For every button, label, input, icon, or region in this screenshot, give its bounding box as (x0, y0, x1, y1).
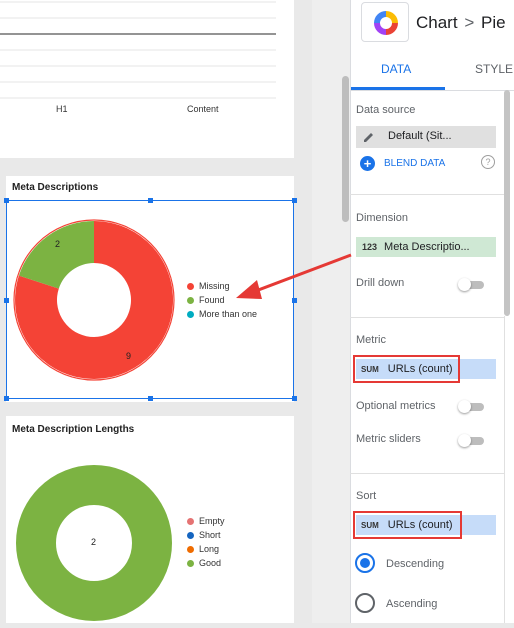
donut-label-missing: 9 (126, 351, 132, 361)
legend-label: Good (199, 558, 222, 568)
section-divider (350, 194, 504, 195)
metric-highlight-box (353, 355, 460, 383)
panel-scroll-track-line (504, 316, 505, 623)
section-divider (350, 473, 504, 474)
edit-pencil-icon (364, 133, 373, 142)
chart-title: Meta Description Lengths (12, 424, 135, 435)
metric-sliders-toggle[interactable] (458, 434, 484, 447)
donut-label-found: 2 (55, 239, 61, 249)
donut-slice-found (18, 221, 94, 289)
breadcrumb-current: Pie (480, 13, 506, 32)
metric-sliders-label: Metric sliders (356, 433, 421, 445)
x-axis-label-content: Content (187, 104, 219, 114)
radio-selected-dot (360, 558, 370, 568)
legend-item-missing: Missing (187, 281, 230, 291)
report-canvas: H1 Content Meta Descriptions 2 9 Missing… (0, 0, 312, 623)
bar-chart-card[interactable]: H1 Content (0, 0, 294, 158)
resize-handle[interactable] (4, 396, 9, 401)
bar-chart (0, 1, 276, 99)
sort-heading: Sort (356, 490, 377, 502)
breadcrumb-root[interactable]: Chart (416, 13, 458, 32)
legend-item-long: Long (187, 544, 219, 554)
drill-down-toggle[interactable] (458, 278, 484, 291)
legend-item-short: Short (187, 530, 221, 540)
number-type-icon: 123 (362, 242, 378, 252)
legend-label: More than one (199, 309, 258, 319)
legend-item-found: Found (187, 295, 225, 305)
section-divider (350, 317, 504, 318)
legend-label: Long (199, 544, 220, 554)
legend-label: Empty (199, 516, 225, 526)
resize-handle[interactable] (292, 396, 297, 401)
sort-highlight-box (353, 511, 462, 539)
legend-label: Found (199, 295, 225, 305)
legend-item-good: Good (187, 558, 221, 568)
metric-heading: Metric (356, 334, 386, 346)
add-circle-icon: + (360, 155, 375, 171)
canvas-scrollbar[interactable] (342, 76, 349, 222)
resize-handle[interactable] (292, 198, 297, 203)
panel-scrollbar[interactable] (504, 90, 510, 316)
legend-label: Short (199, 530, 221, 540)
drill-down-label: Drill down (356, 277, 405, 289)
pie-chart-icon (374, 11, 398, 35)
annotation-arrow (236, 253, 352, 299)
breadcrumb: Chart > Pie (416, 13, 506, 33)
resize-handle[interactable] (148, 198, 153, 203)
optional-metrics-label: Optional metrics (356, 400, 436, 412)
data-source-chip[interactable]: Default (Sit... (356, 126, 496, 148)
resize-handle[interactable] (148, 396, 153, 401)
sort-ascending-label: Ascending (386, 598, 438, 610)
data-source-value: Default (Sit... (388, 130, 452, 142)
meta-descriptions-donut (13, 219, 175, 381)
tab-style[interactable]: STYLE (475, 62, 513, 76)
blend-data-label: BLEND DATA (384, 157, 446, 169)
optional-metrics-toggle[interactable] (458, 400, 484, 413)
legend-label: Missing (199, 281, 230, 291)
chart-title: Meta Descriptions (12, 182, 99, 193)
dimension-heading: Dimension (356, 212, 408, 224)
resize-handle[interactable] (4, 198, 9, 203)
donut-center-label: 2 (91, 537, 97, 547)
sort-descending-radio[interactable] (355, 553, 375, 573)
dimension-chip[interactable]: 123 Meta Descriptio... (356, 237, 496, 257)
blend-data-button[interactable]: + BLEND DATA (360, 154, 445, 172)
tab-data[interactable]: DATA (381, 62, 411, 76)
tab-divider (350, 90, 514, 91)
legend-item-empty: Empty (187, 516, 225, 526)
breadcrumb-separator: > (464, 13, 475, 32)
sort-descending-label: Descending (386, 558, 445, 570)
chart-type-button[interactable] (361, 2, 409, 42)
x-axis-label-h1: H1 (56, 104, 68, 114)
dimension-value: Meta Descriptio... (384, 241, 470, 253)
legend-item-more-than-one: More than one (187, 309, 257, 319)
sort-ascending-radio[interactable] (355, 593, 375, 613)
data-source-heading: Data source (356, 104, 416, 116)
help-icon[interactable]: ? (481, 155, 495, 169)
